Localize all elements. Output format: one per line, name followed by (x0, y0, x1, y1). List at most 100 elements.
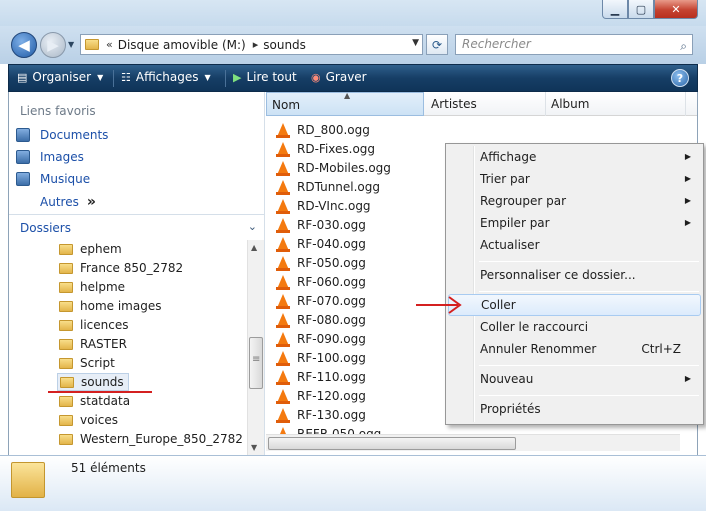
tree-item-label: voices (80, 413, 119, 427)
minimize-button[interactable]: ▁ (602, 0, 628, 19)
column-name[interactable]: Nom ▲ (266, 91, 424, 116)
file-row[interactable]: RD-Fixes.ogg (276, 139, 375, 158)
menu-item-personnaliser[interactable]: Personnaliser ce dossier... (448, 264, 701, 286)
file-name: RDTunnel.ogg (297, 179, 381, 194)
menu-item-coller[interactable]: Coller (448, 294, 701, 316)
vlc-file-icon (276, 274, 290, 290)
file-row[interactable]: RF-030.ogg (276, 215, 366, 234)
documents-icon (16, 128, 30, 142)
breadcrumb-separator-icon[interactable]: ▸ (253, 38, 259, 51)
menu-item-coller-raccourci[interactable]: Coller le raccourci (448, 316, 701, 338)
menu-item-trier-par[interactable]: Trier par ▶ (448, 168, 701, 190)
tree-item-label: home images (80, 299, 162, 313)
toolbar-divider (225, 70, 226, 87)
menu-item-nouveau[interactable]: Nouveau ▶ (448, 368, 701, 390)
file-row[interactable]: RF-040.ogg (276, 234, 366, 253)
close-button[interactable]: ✕ (654, 0, 698, 19)
forward-button[interactable]: ▶ (40, 32, 66, 58)
scroll-up-icon[interactable]: ▲ (251, 243, 257, 252)
vlc-file-icon (276, 312, 290, 328)
file-row[interactable]: RF-070.ogg (276, 291, 366, 310)
address-bar[interactable]: « Disque amovible (M:) ▸ sounds ▼ (80, 34, 423, 55)
forward-arrow-icon: ▶ (47, 36, 59, 54)
menu-separator (479, 261, 699, 262)
file-name: RF-100.ogg (297, 350, 366, 365)
favorite-music[interactable]: Musique (16, 172, 90, 186)
help-button[interactable]: ? (671, 69, 689, 87)
file-row[interactable]: RDTunnel.ogg (276, 177, 381, 196)
search-placeholder: Rechercher (462, 37, 531, 51)
menu-item-annuler-renommer[interactable]: Annuler Renommer Ctrl+Z (448, 338, 701, 360)
file-row[interactable]: RF-120.ogg (276, 386, 366, 405)
organize-button[interactable]: ▤ Organiser ▼ (17, 70, 103, 84)
favorite-documents[interactable]: Documents (16, 128, 108, 142)
tree-item[interactable]: home images (59, 297, 161, 315)
views-label: Affichages (135, 70, 199, 84)
breadcrumb-folder[interactable]: sounds (263, 38, 306, 52)
tree-item-label: France 850_2782 (80, 261, 184, 275)
menu-item-affichage[interactable]: Affichage ▶ (448, 146, 701, 168)
command-toolbar: ▤ Organiser ▼ ☷ Affichages ▼ ▶ Lire tout… (8, 64, 698, 92)
file-row[interactable]: RF-100.ogg (276, 348, 366, 367)
favorite-images[interactable]: Images (16, 150, 84, 164)
favorites-more-link[interactable]: Autres » (40, 194, 96, 210)
burn-icon: ◉ (311, 70, 321, 84)
file-name: RD-Mobiles.ogg (297, 160, 391, 175)
file-row[interactable]: RF-130.ogg (276, 405, 366, 424)
menu-item-label: Regrouper par (480, 194, 567, 208)
tree-item-selected[interactable]: sounds (57, 373, 129, 391)
chevron-down-icon: ⌄ (247, 220, 257, 233)
recent-pages-dropdown[interactable]: ▼ (68, 40, 74, 49)
tree-item[interactable]: RASTER (59, 335, 127, 353)
file-name: RF-110.ogg (297, 369, 366, 384)
refresh-button[interactable]: ⟳ (426, 34, 448, 55)
folder-icon (59, 414, 73, 426)
file-list-hscrollbar[interactable] (266, 434, 680, 451)
file-row[interactable]: RD_800.ogg (276, 120, 370, 139)
organize-icon: ▤ (17, 70, 28, 84)
breadcrumb-overflow[interactable]: « (106, 38, 113, 51)
file-row[interactable]: RD-VInc.ogg (276, 196, 371, 215)
maximize-button[interactable]: ▢ (628, 0, 654, 19)
tree-item[interactable]: France 850_2782 (59, 259, 183, 277)
search-input[interactable]: Rechercher ⌕ (455, 34, 693, 55)
scrollbar-thumb[interactable] (249, 337, 263, 389)
file-row[interactable]: RF-060.ogg (276, 272, 366, 291)
file-row[interactable]: RD-Mobiles.ogg (276, 158, 391, 177)
tree-item[interactable]: ephem (59, 240, 122, 258)
tree-item[interactable]: helpme (59, 278, 125, 296)
tree-item[interactable]: Script (59, 354, 115, 372)
file-row[interactable]: RF-110.ogg (276, 367, 366, 386)
file-row[interactable]: RF-080.ogg (276, 310, 366, 329)
menu-item-proprietes[interactable]: Propriétés (448, 398, 701, 420)
folder-tree-scrollbar[interactable]: ▲ ▼ (247, 240, 264, 455)
address-dropdown-icon[interactable]: ▼ (412, 38, 419, 48)
tree-item[interactable]: licences (59, 316, 129, 334)
burn-button[interactable]: ◉ Graver (311, 70, 367, 84)
breadcrumb-drive[interactable]: Disque amovible (M:) (118, 38, 246, 52)
tree-item[interactable]: statdata (59, 392, 130, 410)
play-all-label: Lire tout (246, 70, 297, 84)
menu-item-regrouper-par[interactable]: Regrouper par ▶ (448, 190, 701, 212)
menu-item-empiler-par[interactable]: Empiler par ▶ (448, 212, 701, 234)
file-row[interactable]: RF-090.ogg (276, 329, 366, 348)
search-icon[interactable]: ⌕ (680, 37, 687, 56)
tree-item[interactable]: voices (59, 411, 118, 429)
views-button[interactable]: ☷ Affichages ▼ (121, 70, 211, 84)
column-album[interactable]: Album (546, 92, 686, 116)
column-artists[interactable]: Artistes (426, 92, 546, 116)
column-headers: Nom ▲ Artistes Album (266, 91, 697, 116)
scrollbar-thumb[interactable] (268, 437, 516, 450)
menu-item-label: Actualiser (480, 238, 540, 252)
vlc-file-icon (276, 141, 290, 157)
menu-item-actualiser[interactable]: Actualiser (448, 234, 701, 256)
menu-item-label: Propriétés (480, 402, 541, 416)
tree-item[interactable]: Western_Europe_850_2782 (59, 430, 243, 448)
vlc-file-icon (276, 293, 290, 309)
file-row[interactable]: RF-050.ogg (276, 253, 366, 272)
back-button[interactable]: ◀ (11, 32, 37, 58)
play-all-button[interactable]: ▶ Lire tout (233, 70, 297, 84)
folders-header[interactable]: Dossiers ⌄ (9, 214, 264, 240)
scroll-down-icon[interactable]: ▼ (251, 443, 257, 452)
file-name: RF-040.ogg (297, 236, 366, 251)
